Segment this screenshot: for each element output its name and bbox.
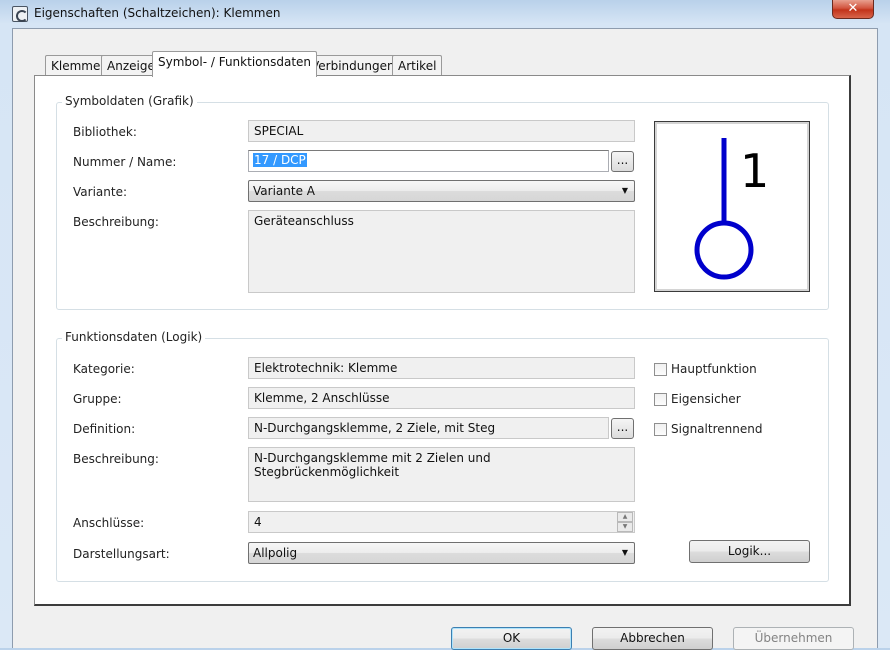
- eigensicher-label[interactable]: Eigensicher: [671, 392, 741, 406]
- tab-verbindungen[interactable]: Verbindungen: [305, 55, 401, 76]
- eigensicher-checkbox[interactable]: [654, 393, 667, 406]
- dialog-client-area: Klemme Anzeige Symbol- / Funktionsdaten …: [12, 28, 878, 650]
- darstellungsart-label: Darstellungsart:: [73, 547, 170, 561]
- chevron-down-icon: ▼: [621, 186, 628, 195]
- hauptfunktion-label[interactable]: Hauptfunktion: [671, 362, 757, 376]
- anschluesse-label: Anschlüsse:: [73, 516, 145, 530]
- anschluesse-value: 4: [254, 515, 262, 529]
- spin-up-icon[interactable]: ▲: [617, 512, 633, 522]
- tab-panel: Symboldaten (Grafik) Bibliothek: SPECIAL…: [34, 75, 851, 606]
- signaltrennend-label[interactable]: Signaltrennend: [671, 422, 762, 436]
- ok-button[interactable]: OK: [451, 627, 572, 650]
- symbol-beschreibung-field: Geräteanschluss: [248, 210, 635, 293]
- logik-button[interactable]: Logik...: [689, 540, 810, 563]
- funktion-beschreibung-label: Beschreibung:: [73, 452, 159, 466]
- gruppe-field: Klemme, 2 Anschlüsse: [248, 387, 635, 409]
- definition-browse-button[interactable]: ...: [611, 418, 634, 439]
- symboldaten-group-label: Symboldaten (Grafik): [62, 94, 197, 108]
- chevron-down-icon: ▼: [621, 548, 628, 557]
- gruppe-label: Gruppe:: [73, 392, 122, 406]
- tab-symbol-funktionsdaten[interactable]: Symbol- / Funktionsdaten: [152, 51, 318, 77]
- close-button[interactable]: ✕: [832, 0, 874, 19]
- cancel-button[interactable]: Abbrechen: [592, 627, 713, 650]
- variante-select[interactable]: Variante A ▼: [248, 180, 635, 202]
- nummer-name-value: 17 / DCP: [253, 153, 307, 167]
- funktionsdaten-group-label: Funktionsdaten (Logik): [62, 330, 206, 344]
- bibliothek-field: SPECIAL: [248, 120, 635, 142]
- hauptfunktion-checkbox[interactable]: [654, 363, 667, 376]
- anschluesse-field[interactable]: 4 ▲ ▼: [248, 511, 635, 533]
- darstellungsart-select[interactable]: Allpolig ▼: [248, 542, 635, 564]
- definition-label: Definition:: [73, 422, 136, 436]
- definition-field: N-Durchgangsklemme, 2 Ziele, mit Steg: [248, 417, 609, 439]
- nummer-name-input[interactable]: 17 / DCP: [248, 150, 609, 172]
- kategorie-label: Kategorie:: [73, 362, 135, 376]
- tab-artikel[interactable]: Artikel: [392, 55, 443, 76]
- variante-value: Variante A: [253, 184, 315, 198]
- symbol-preview: 1: [654, 121, 810, 292]
- window-title: Eigenschaften (Schaltzeichen): Klemmen: [34, 6, 281, 20]
- kategorie-field: Elektrotechnik: Klemme: [248, 357, 635, 379]
- spin-down-icon[interactable]: ▼: [617, 522, 633, 532]
- app-icon: [12, 6, 28, 22]
- darstellungsart-value: Allpolig: [253, 546, 298, 560]
- symbol-connection-number: 1: [740, 144, 769, 198]
- symbol-beschreibung-label: Beschreibung:: [73, 215, 159, 229]
- nummer-browse-button[interactable]: ...: [611, 151, 634, 172]
- variante-label: Variante:: [73, 185, 127, 199]
- apply-button[interactable]: Übernehmen: [733, 627, 854, 650]
- tab-klemme[interactable]: Klemme: [45, 55, 107, 76]
- bibliothek-label: Bibliothek:: [73, 125, 137, 139]
- signaltrennend-checkbox[interactable]: [654, 423, 667, 436]
- nummer-name-label: Nummer / Name:: [73, 155, 177, 169]
- terminal-symbol-icon: 1: [694, 138, 769, 280]
- funktion-beschreibung-field: N-Durchgangsklemme mit 2 Zielen und Steg…: [248, 447, 635, 502]
- title-bar: Eigenschaften (Schaltzeichen): Klemmen ✕: [0, 0, 890, 28]
